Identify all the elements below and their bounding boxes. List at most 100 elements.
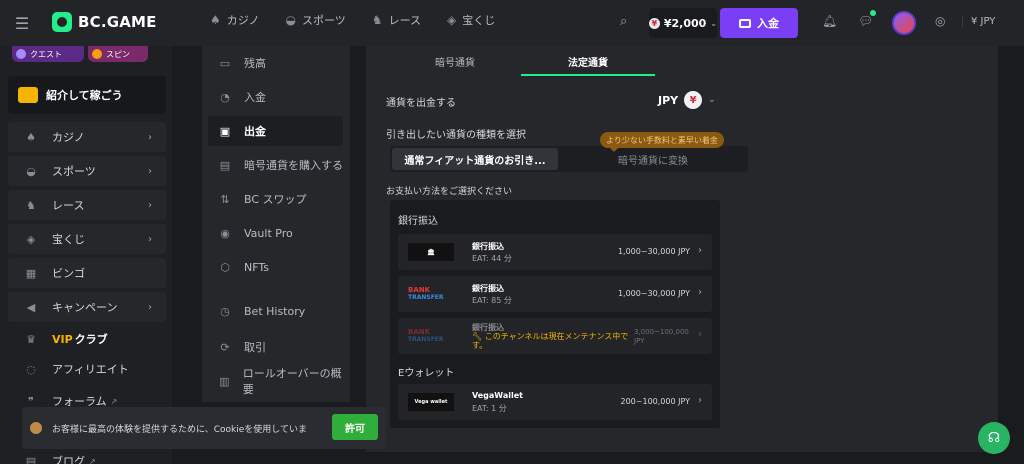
- method-range: 1,000~30,000 JPY: [617, 289, 690, 298]
- brand-logo[interactable]: BC.GAME: [52, 12, 157, 32]
- chevron-down-icon: ⌄: [708, 95, 716, 105]
- method-label: お支払い方法をご選択ください: [386, 187, 513, 197]
- method-vegawallet[interactable]: Vega wallet VegaWallet EAT: 1 分 200~100,…: [398, 384, 712, 420]
- chat-icon[interactable]: 💬︎: [858, 14, 873, 28]
- cookie-accept-button[interactable]: 許可: [332, 414, 378, 440]
- menu-item-label: 取引: [244, 341, 266, 354]
- support-headset-icon[interactable]: ☊: [978, 422, 1010, 454]
- sidebar: クエスト スピン 紹介して稼ごう ♠ カジノ › ◒ スポーツ › ♞ レース › ◈ 宝くじ…: [0, 46, 172, 464]
- method-name: VegaWallet: [472, 391, 523, 400]
- sidebar-item-label: アフィリエイト: [52, 363, 129, 376]
- tab-crypto[interactable]: 暗号通貨: [388, 46, 522, 76]
- nav-race[interactable]: ♞ レース: [372, 12, 421, 28]
- menu-item-label: 入金: [244, 91, 266, 104]
- vault-icon: ◉: [220, 226, 230, 240]
- cookie-banner: お客様に最高の体験を提供するために、Cookieを使用していま 許可: [22, 407, 386, 449]
- menu-item-transactions[interactable]: ⟳ 取引: [208, 332, 343, 362]
- sidebar-item-sports[interactable]: ◒ スポーツ ›: [8, 156, 166, 186]
- withdraw-panel: 暗号通貨 法定通貨 通貨を出金する JPY ¥ ⌄ 引き出したい通貨の種類を選択…: [366, 46, 998, 452]
- casino-icon: ♠: [210, 13, 221, 27]
- tab-fiat[interactable]: 法定通貨: [521, 46, 655, 76]
- nav-lottery[interactable]: ◈ 宝くじ: [447, 12, 495, 28]
- wallet-icon: [739, 18, 751, 28]
- swap-icon: ⇅: [220, 192, 230, 206]
- method-range: 200~100,000 JPY: [620, 397, 691, 406]
- wrench-icon: 🔧︎: [472, 332, 485, 341]
- menu-item-deposit[interactable]: ◔ 入金: [208, 82, 343, 112]
- megaphone-icon: ◀: [26, 300, 36, 314]
- menu-item-balance[interactable]: ▭ 残高: [208, 48, 343, 78]
- currency-dropdown[interactable]: JPY ¥ ⌄: [658, 91, 716, 109]
- menu-item-nfts[interactable]: ⬡ NFTs: [208, 252, 343, 282]
- yen-coin-icon: ¥: [649, 17, 660, 29]
- menu-item-vault-pro[interactable]: ◉ Vault Pro: [208, 218, 343, 248]
- sidebar-item-casino[interactable]: ♠ カジノ ›: [8, 122, 166, 152]
- withdraw-type-toggle: 通常フィアット通貨のお引き... 暗号通貨に変換: [390, 146, 748, 172]
- forum-icon: ❞: [28, 394, 34, 408]
- menu-item-bc-swap[interactable]: ⇅ BC スワップ: [208, 184, 343, 214]
- promo-label: スピン: [106, 49, 130, 59]
- nav-casino[interactable]: ♠ カジノ: [210, 12, 260, 28]
- hamburger-menu-icon[interactable]: ☰: [8, 10, 36, 36]
- balance-display[interactable]: ¥ ¥2,000 ⌄: [649, 8, 717, 38]
- yen-icon: ¥: [684, 91, 703, 109]
- spin-promo[interactable]: スピン: [88, 46, 148, 62]
- nav-sports[interactable]: ◒ スポーツ: [286, 12, 346, 28]
- payment-methods: 銀行振込 🏛︎ 銀行振込 EAT: 44 分 1,000~30,000 JPY …: [390, 200, 720, 428]
- globe-icon[interactable]: ◎: [935, 14, 945, 28]
- deposit-button[interactable]: 入金: [720, 8, 798, 38]
- refer-label: 紹介して稼ごう: [46, 89, 123, 102]
- method-eat: EAT: 44 分: [472, 254, 512, 263]
- lottery-icon: ◈: [26, 232, 36, 246]
- method-eat: EAT: 85 分: [472, 296, 512, 305]
- option-convert-crypto[interactable]: 暗号通貨に変換: [570, 148, 736, 170]
- search-icon[interactable]: ⌕: [620, 14, 627, 29]
- sidebar-item-race[interactable]: ♞ レース ›: [8, 190, 166, 220]
- balance-amount: ¥2,000: [663, 16, 707, 30]
- chevron-right-icon: ›: [148, 165, 152, 177]
- menu-item-rollover[interactable]: ▥ ロールオーバーの概要: [208, 366, 343, 396]
- refer-earn-button[interactable]: 紹介して稼ごう: [8, 76, 166, 114]
- casino-icon: ♠: [26, 130, 36, 144]
- method-bank-transfer-3[interactable]: BANK TRANSFER 銀行振込 🔧︎ このチャンネルは現在メンテナンス中で…: [398, 318, 712, 354]
- sidebar-item-lottery[interactable]: ◈ 宝くじ ›: [8, 224, 166, 254]
- chevron-right-icon: ›: [698, 329, 702, 340]
- method-name: 銀行振込: [472, 284, 504, 293]
- chevron-right-icon: ›: [148, 199, 152, 211]
- cookie-icon: [30, 422, 42, 434]
- top-nav: ♠ カジノ ◒ スポーツ ♞ レース ◈ 宝くじ: [210, 12, 495, 28]
- quest-icon: [16, 49, 26, 59]
- sidebar-item-vip-club[interactable]: ♛ VIP クラブ: [8, 324, 166, 354]
- menu-item-buy-crypto[interactable]: ▤ 暗号通貨を購入する: [208, 150, 343, 180]
- menu-item-withdraw[interactable]: ▣ 出金: [208, 116, 343, 146]
- bank-building-icon: 🏛︎: [408, 243, 454, 261]
- avatar[interactable]: [892, 11, 916, 35]
- bank-transfer-logo: BANK TRANSFER: [408, 285, 454, 303]
- menu-item-bet-history[interactable]: ◷ Bet History: [208, 296, 343, 326]
- menu-item-label: Vault Pro: [244, 226, 293, 240]
- method-range: 3,000~100,000 JPY: [634, 328, 689, 345]
- method-bank-transfer-1[interactable]: 🏛︎ 銀行振込 EAT: 44 分 1,000~30,000 JPY ›: [398, 234, 712, 270]
- bell-icon[interactable]: 🔔︎: [822, 14, 837, 28]
- ewallet-group-title: Eウォレット: [398, 368, 455, 379]
- bingo-icon: ▦: [25, 266, 37, 280]
- quest-promo[interactable]: クエスト: [12, 46, 84, 62]
- sports-icon: ◒: [285, 13, 297, 27]
- promo-label: クエスト: [30, 49, 62, 59]
- logo-icon: [52, 12, 72, 32]
- sidebar-item-label: スポーツ: [52, 165, 96, 178]
- sidebar-item-campaign[interactable]: ◀ キャンペーン ›: [8, 292, 166, 322]
- sidebar-item-bingo[interactable]: ▦ ビンゴ: [8, 258, 166, 288]
- transactions-icon: ⟳: [220, 340, 230, 354]
- currency-selector[interactable]: ¥ JPY: [962, 16, 995, 27]
- sidebar-item-affiliate[interactable]: ◌ アフィリエイト: [8, 354, 166, 384]
- crown-icon: ♛: [26, 332, 36, 346]
- nav-label: カジノ: [226, 14, 260, 27]
- sidebar-item-label: ブログ: [52, 455, 85, 464]
- menu-item-label: NFTs: [244, 260, 269, 274]
- race-icon: ♞: [371, 13, 383, 27]
- method-bank-transfer-2[interactable]: BANK TRANSFER 銀行振込 EAT: 85 分 1,000~30,00…: [398, 276, 712, 312]
- top-bar: ☰ BC.GAME ♠ カジノ ◒ スポーツ ♞ レース ◈ 宝くじ ⌕ ¥ ¥2,00…: [0, 0, 1024, 46]
- menu-item-label: Bet History: [244, 304, 306, 318]
- option-fiat-withdraw[interactable]: 通常フィアット通貨のお引き...: [392, 148, 558, 170]
